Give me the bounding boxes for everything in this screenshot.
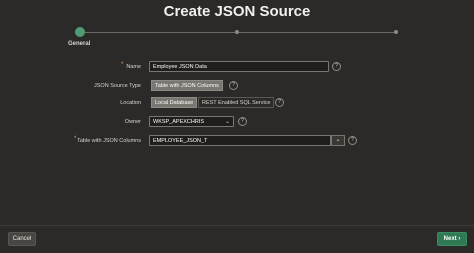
table-input[interactable]: EMPLOYEE_JSON_T (149, 135, 331, 146)
owner-select[interactable]: WKSP_APEXCHRIS ⌄ (149, 116, 234, 127)
location-label: Location (120, 100, 141, 106)
table-label: Table with JSON Columns (77, 138, 141, 144)
owner-select-value: WKSP_APEXCHRIS (153, 119, 205, 125)
step-label-general: General (68, 41, 91, 47)
step-general-indicator (75, 27, 85, 37)
owner-row: Owner WKSP_APEXCHRIS ⌄ ? (0, 116, 474, 130)
chevron-right-icon: › (458, 236, 461, 242)
next-button-label: Next (443, 236, 457, 242)
footer-divider (0, 225, 474, 226)
step-indicator-3 (394, 30, 398, 34)
help-icon[interactable]: ? (238, 117, 247, 126)
step-indicator-2 (235, 30, 239, 34)
json-source-type-label: JSON Source Type (94, 83, 141, 89)
name-input[interactable]: Employee JSON Data (149, 61, 329, 72)
json-source-type-row: JSON Source Type Table with JSON Columns… (0, 80, 474, 94)
name-label: Name (126, 64, 141, 70)
location-row: Location Local Database REST Enabled SQL… (0, 97, 474, 111)
name-row: * Name Employee JSON Data ? (0, 61, 474, 75)
help-icon[interactable]: ? (275, 98, 284, 107)
chevron-down-icon: ⌄ (335, 137, 341, 143)
cancel-button[interactable]: Cancel (8, 232, 36, 246)
location-option-local-database[interactable]: Local Database (151, 97, 198, 108)
dialog-title: Create JSON Source (163, 3, 311, 20)
required-marker: * (121, 62, 124, 68)
location-option-rest-sql[interactable]: REST Enabled SQL Service (198, 97, 275, 108)
owner-label: Owner (124, 119, 141, 125)
json-source-type-option-table[interactable]: Table with JSON Columns (151, 80, 223, 91)
table-lov-button[interactable]: ⌄ (331, 135, 345, 146)
chevron-down-icon: ⌄ (224, 119, 230, 125)
help-icon[interactable]: ? (332, 62, 341, 71)
required-marker: * (74, 136, 77, 142)
next-button[interactable]: Next › (437, 232, 467, 246)
help-icon[interactable]: ? (348, 136, 357, 145)
help-icon[interactable]: ? (229, 81, 238, 90)
table-row: * Table with JSON Columns EMPLOYEE_JSON_… (0, 135, 474, 149)
